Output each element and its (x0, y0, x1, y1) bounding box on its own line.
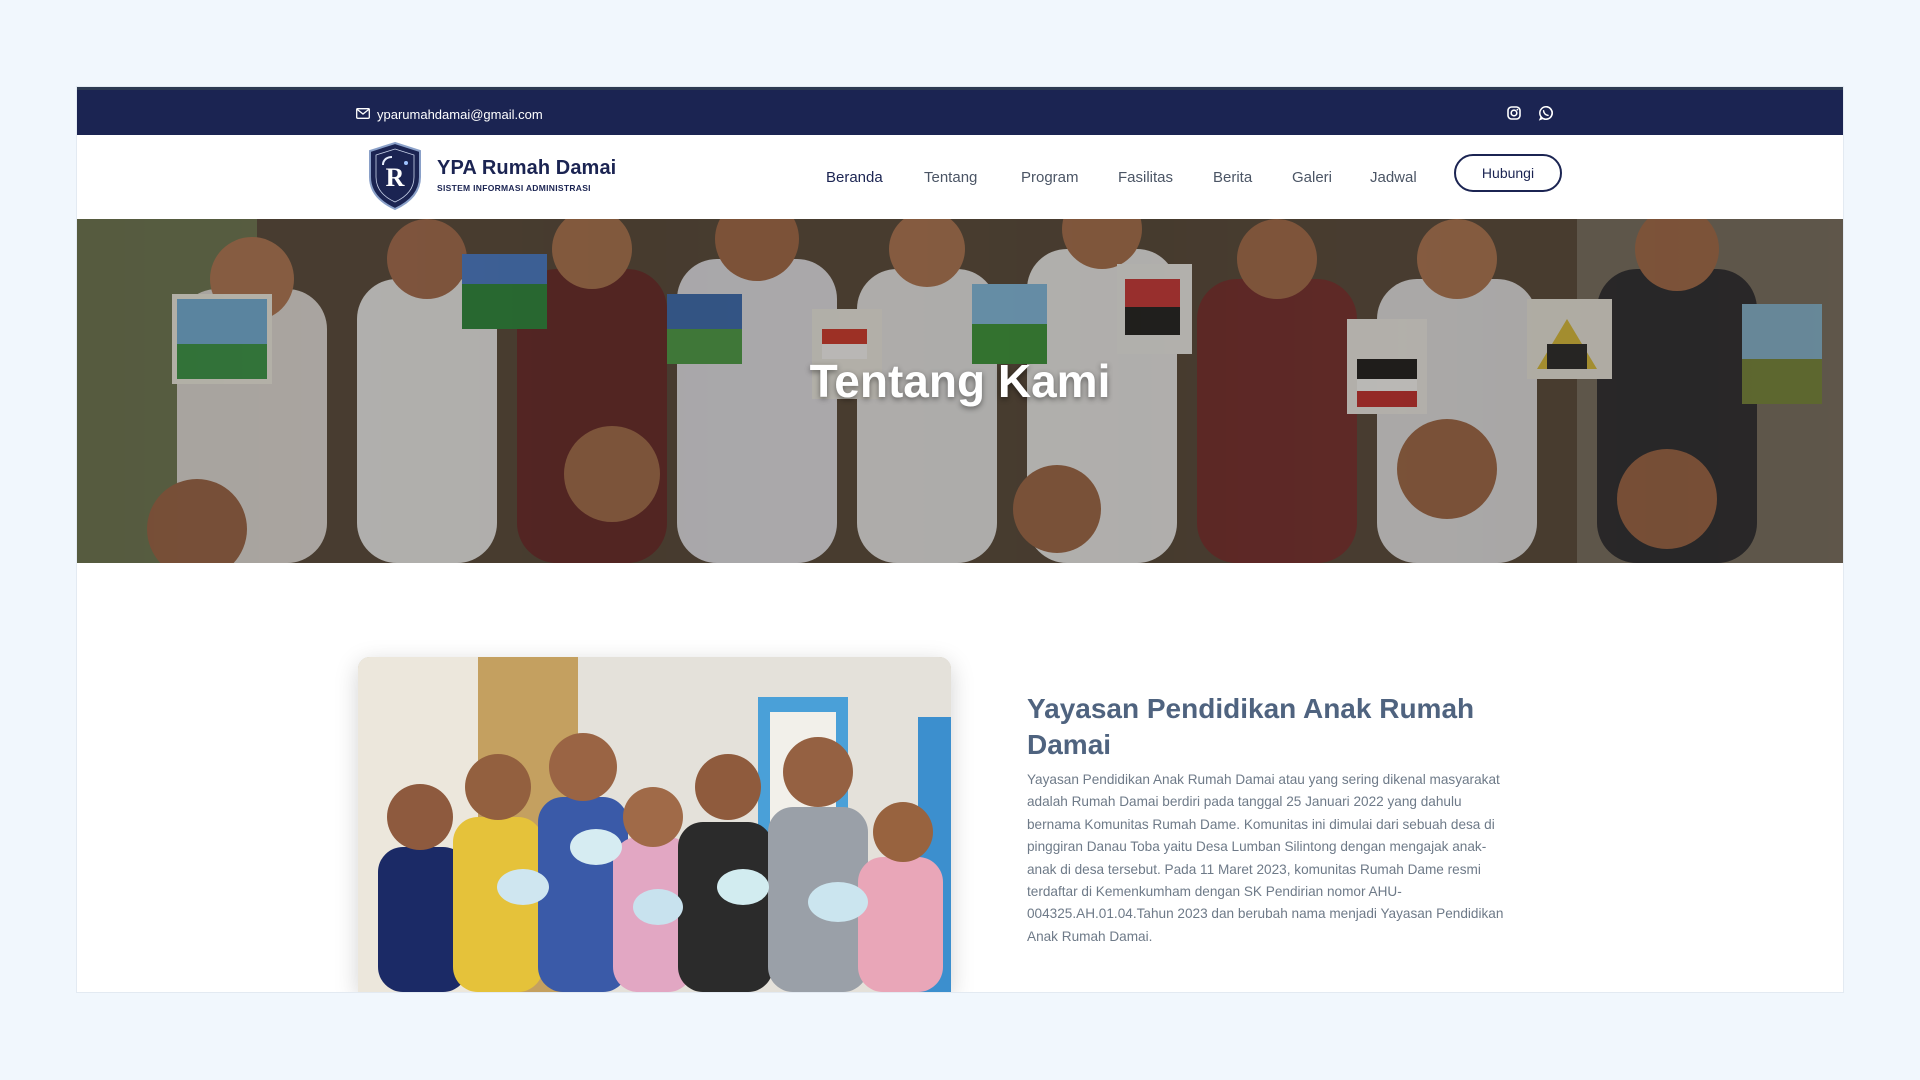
nav-item-program[interactable]: Program (1021, 169, 1079, 186)
brand-tagline: SISTEM INFORMASI ADMINISTRASI (437, 183, 591, 193)
nav-item-berita[interactable]: Berita (1213, 169, 1252, 186)
about-photo (358, 657, 951, 992)
hero-title: Tentang Kami (809, 355, 1111, 407)
brand-logo[interactable]: R (366, 141, 424, 211)
nav-item-beranda[interactable]: Beranda (826, 169, 883, 186)
svg-text:R: R (386, 163, 405, 192)
contact-email-text: yparumahdamai@gmail.com (377, 106, 543, 122)
nav-item-fasilitas[interactable]: Fasilitas (1118, 169, 1173, 186)
instagram-icon[interactable] (1504, 103, 1524, 123)
contact-email[interactable]: yparumahdamai@gmail.com (356, 104, 543, 124)
children-group-photo (358, 657, 951, 992)
hero-banner: Tentang Kami (77, 219, 1843, 563)
browser-page: yparumahdamai@gmail.com R YPA Rumah Dama… (77, 87, 1843, 992)
navbar: R YPA Rumah Damai SISTEM INFORMASI ADMIN… (77, 135, 1843, 219)
top-bar: yparumahdamai@gmail.com (77, 87, 1843, 135)
nav-item-jadwal[interactable]: Jadwal (1370, 169, 1417, 186)
nav-item-galeri[interactable]: Galeri (1292, 169, 1332, 186)
about-body: Yayasan Pendidikan Anak Rumah Damai atau… (1027, 772, 1504, 944)
mail-icon (356, 107, 370, 122)
nav-item-tentang[interactable]: Tentang (924, 169, 977, 186)
whatsapp-icon[interactable] (1536, 103, 1556, 123)
about-section: Yayasan Pendidikan Anak Rumah Damai Yaya… (1027, 691, 1507, 948)
social-links (1504, 103, 1556, 123)
contact-button[interactable]: Hubungi (1454, 154, 1562, 192)
about-title: Yayasan Pendidikan Anak Rumah Damai (1027, 693, 1475, 760)
brand-name: YPA Rumah Damai (437, 157, 617, 179)
brand-text: YPA Rumah Damai SISTEM INFORMASI ADMINIS… (437, 157, 616, 193)
